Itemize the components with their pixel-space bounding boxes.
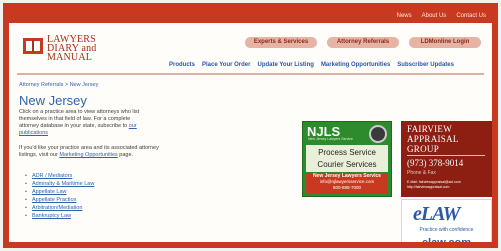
- intro-line-4: If you'd like your practice area and its…: [19, 145, 159, 151]
- intro-line-3-text: attorney database in your state, subscri…: [19, 123, 129, 129]
- fairview-divider: [407, 155, 485, 156]
- breadcrumb[interactable]: Attorney Referrals > New Jersey: [19, 82, 98, 88]
- logo-wordmark: LAWYERS DIARY and MANUAL: [47, 35, 96, 63]
- njls-ad[interactable]: NJLS New Jersey Lawyers Service Process …: [302, 121, 392, 197]
- practice-area-item[interactable]: Bankruptcy Law: [25, 212, 94, 220]
- fairview-appraisal-ad[interactable]: FAIRVIEW APPRAISAL GROUP (973) 378-9014 …: [401, 121, 492, 197]
- fairview-contact: E-Mail: fairviewappraisal@aol.com http:/…: [407, 180, 461, 190]
- njls-tagline: New Jersey Lawyers Service: [308, 137, 353, 141]
- fairview-line-1: FAIRVIEW: [407, 124, 453, 134]
- elaw-logo: eLAW: [413, 203, 460, 225]
- attorney-referrals-button[interactable]: Attorney Referrals: [327, 37, 399, 48]
- practice-area-item[interactable]: Appellate Practice: [25, 196, 94, 204]
- njls-footer: New Jersey Lawyers Service info@njlawyer…: [306, 173, 388, 194]
- fairview-name: FAIRVIEW APPRAISAL GROUP: [407, 124, 459, 154]
- intro-paragraph: Click on a practice area to view attorne…: [19, 109, 207, 137]
- nav-subscriber-updates[interactable]: Subscriber Updates: [397, 62, 454, 68]
- njls-services-box: Process Service Courier Services: [306, 145, 388, 172]
- seal-icon: [369, 125, 387, 143]
- book-logo-icon: [23, 38, 43, 54]
- logo-line-3: MANUAL: [47, 52, 93, 63]
- practice-area-item[interactable]: Appellate Law: [25, 188, 94, 196]
- njls-service-1: Process Service: [318, 148, 376, 157]
- our-link[interactable]: our: [129, 123, 137, 129]
- site-logo[interactable]: LAWYERS DIARY and MANUAL: [23, 33, 113, 73]
- intro-line-1: Click on a practice area to view attorne…: [19, 109, 140, 115]
- fairview-line-3: GROUP: [407, 144, 440, 154]
- top-link-contact-us[interactable]: Contact Us: [456, 13, 486, 19]
- marketing-opportunities-link[interactable]: Marketing Opportunities: [59, 152, 117, 158]
- practice-area-item[interactable]: ADR / Mediators: [25, 172, 94, 180]
- fairview-line-2: APPRAISAL: [407, 134, 459, 144]
- practice-area-item[interactable]: Admiralty & Maritime Law: [25, 180, 94, 188]
- browser-page-frame: News About Us Contact Us LAWYERS DIARY a…: [3, 3, 498, 248]
- experts-services-button[interactable]: Experts & Services: [245, 37, 317, 48]
- intro-line-5-text: listings, visit our: [19, 152, 60, 158]
- top-nav-bar: News About Us Contact Us: [9, 9, 492, 23]
- fairview-phone: (973) 378-9014: [407, 158, 464, 168]
- nav-place-your-order[interactable]: Place Your Order: [202, 62, 250, 68]
- fairview-location: Phone & Fax: [407, 170, 436, 176]
- intro-line-3b: publications: [19, 130, 207, 137]
- ldmonline-login-button[interactable]: LDMonline Login: [409, 37, 481, 48]
- top-links: News About Us Contact Us: [397, 9, 486, 23]
- fairview-website: http://fairviewappraisal.com: [407, 185, 450, 189]
- intro-line-3: attorney database in your state, subscri…: [19, 123, 207, 130]
- elaw-ad[interactable]: eLAW Practice with confidence elaw.com: [401, 199, 492, 248]
- page-title: New Jersey: [19, 93, 87, 108]
- main-nav: Products Place Your Order Update Your Li…: [169, 62, 454, 68]
- publications-link[interactable]: publications: [19, 130, 48, 136]
- top-link-news[interactable]: News: [397, 13, 412, 19]
- intro-line-5: listings, visit our Marketing Opportunit…: [19, 152, 207, 159]
- nav-products[interactable]: Products: [169, 62, 195, 68]
- marketing-paragraph: If you'd like your practice area and its…: [19, 145, 207, 159]
- nav-marketing-opportunities[interactable]: Marketing Opportunities: [321, 62, 390, 68]
- practice-area-list: ADR / Mediators Admiralty & Maritime Law…: [25, 172, 94, 220]
- intro-line-2: themselves in that field of law. For a c…: [19, 116, 131, 122]
- elaw-tagline: Practice with confidence: [419, 227, 474, 233]
- intro-line-5-tail: page.: [117, 152, 134, 158]
- nav-update-your-listing[interactable]: Update Your Listing: [257, 62, 313, 68]
- top-link-about-us[interactable]: About Us: [422, 13, 447, 19]
- practice-area-item[interactable]: Arbitration/Mediation: [25, 204, 94, 212]
- elaw-url: elaw.com: [421, 237, 472, 248]
- njls-service-2: Courier Services: [317, 160, 377, 169]
- njls-footer-phone: 800-888-7000: [332, 185, 362, 190]
- header-divider: [17, 73, 484, 75]
